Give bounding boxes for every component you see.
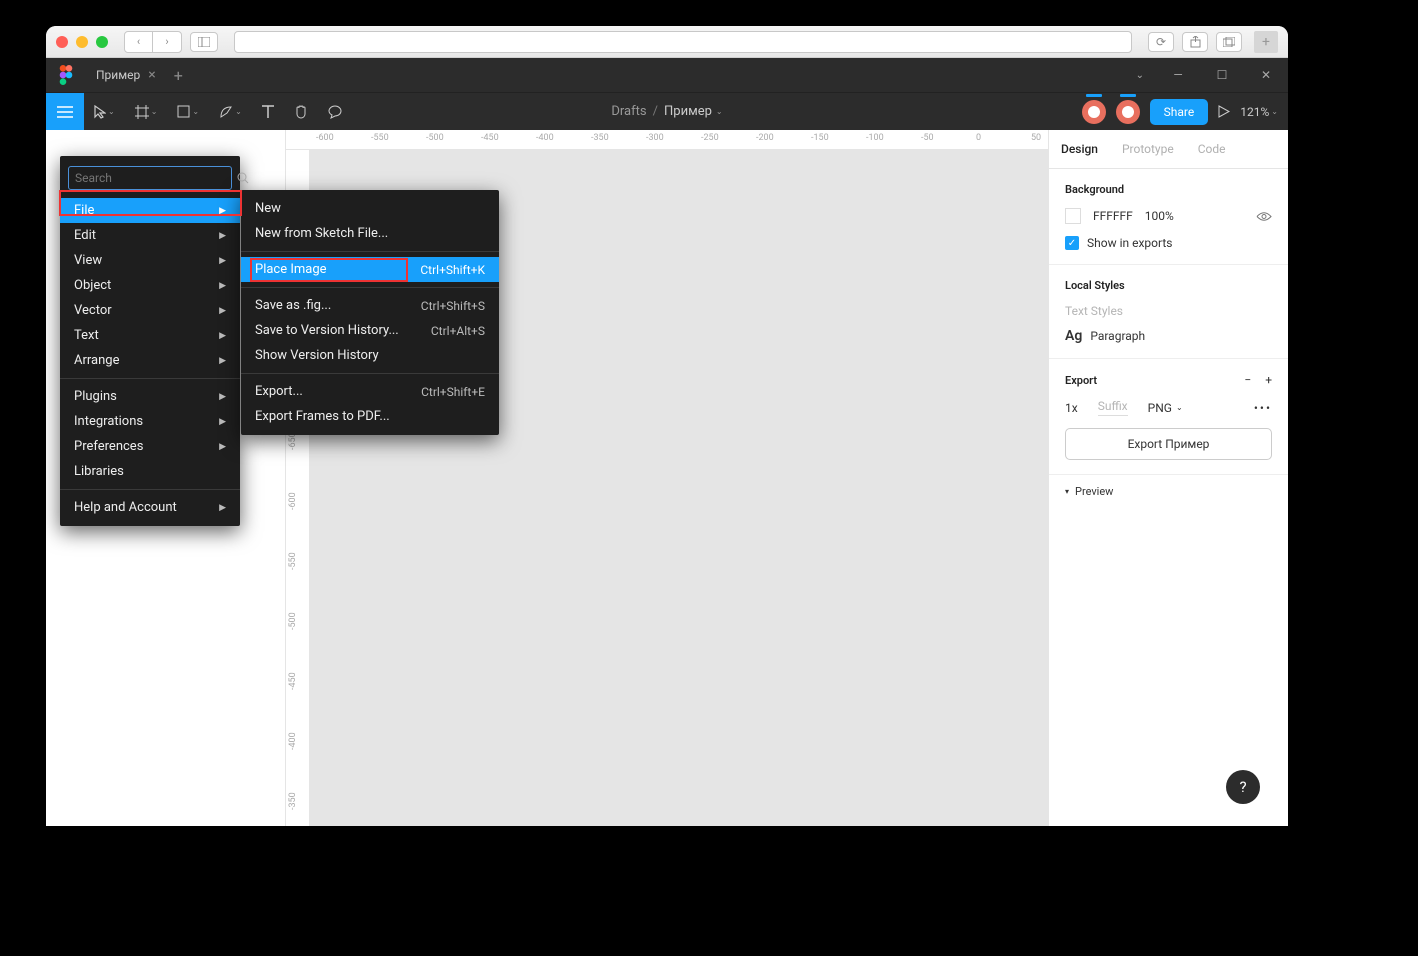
menu-item-libraries[interactable]: Libraries [60, 459, 240, 484]
search-icon [237, 172, 249, 184]
tab-code[interactable]: Code [1186, 130, 1238, 168]
menu-item-edit[interactable]: Edit▶ [60, 223, 240, 248]
menu-item-arrange[interactable]: Arrange▶ [60, 348, 240, 373]
breadcrumb-file: Пример [664, 104, 712, 119]
menu-item-vector[interactable]: Vector▶ [60, 298, 240, 323]
tab-design[interactable]: Design [1049, 130, 1110, 168]
zoom-value: 121% [1240, 105, 1269, 119]
file-submenu: New New from Sketch File... Place ImageC… [241, 190, 499, 435]
maximize-window[interactable]: ☐ [1200, 58, 1244, 92]
chevron-down-icon: ⌄ [235, 107, 242, 116]
menu-search-input[interactable] [68, 166, 232, 190]
background-heading: Background [1065, 183, 1272, 196]
window-menu-chevron[interactable]: ⌄ [1124, 70, 1156, 81]
menu-item-new[interactable]: New [241, 196, 499, 221]
horizontal-ruler: -600-550-500-450-400-350-300-250-200-150… [286, 130, 1048, 150]
menu-item-view[interactable]: View▶ [60, 248, 240, 273]
main-menu-button[interactable] [46, 93, 84, 131]
hand-tool[interactable] [284, 93, 318, 131]
export-more-icon[interactable]: ••• [1254, 401, 1272, 415]
traffic-minimize[interactable] [76, 36, 88, 48]
frame-tool[interactable]: ⌄ [125, 93, 168, 131]
menu-item-text[interactable]: Text▶ [60, 323, 240, 348]
minimize-window[interactable]: — [1156, 58, 1200, 92]
help-button[interactable]: ? [1226, 770, 1260, 804]
chevron-down-icon: ⌄ [192, 107, 199, 116]
local-styles-heading: Local Styles [1065, 279, 1272, 292]
show-in-exports-label: Show in exports [1087, 236, 1172, 250]
text-styles-label: Text Styles [1065, 304, 1272, 318]
traffic-close[interactable] [56, 36, 68, 48]
breadcrumb[interactable]: Drafts / Пример ⌄ [611, 104, 722, 119]
menu-item-place-image[interactable]: Place ImageCtrl+Shift+K [241, 257, 499, 282]
chevron-down-icon: ⌄ [151, 107, 158, 116]
avatar-user-1[interactable] [1082, 100, 1106, 124]
export-heading: Export [1065, 374, 1097, 387]
paragraph-style[interactable]: Paragraph [1090, 329, 1145, 343]
remove-export-icon[interactable]: − [1244, 373, 1251, 387]
add-export-icon[interactable]: + [1265, 373, 1272, 387]
tabs-button[interactable] [1216, 32, 1242, 52]
shape-tool[interactable]: ⌄ [167, 93, 209, 131]
export-button[interactable]: Export Пример [1065, 428, 1272, 460]
properties-panel: Design Prototype Code Background FFFFFF … [1048, 130, 1288, 826]
avatar-user-2[interactable] [1116, 100, 1140, 124]
menu-item-save-version[interactable]: Save to Version History...Ctrl+Alt+S [241, 318, 499, 343]
add-tab-button[interactable]: + [166, 66, 191, 85]
menu-item-plugins[interactable]: Plugins▶ [60, 384, 240, 409]
pen-tool[interactable]: ⌄ [209, 93, 252, 131]
move-tool[interactable]: ⌄ [84, 93, 125, 131]
visibility-toggle-icon[interactable] [1256, 211, 1272, 222]
export-format-select[interactable]: PNG ⌄ [1148, 401, 1183, 415]
sidebar-toggle[interactable] [190, 32, 218, 52]
url-bar[interactable] [234, 31, 1132, 53]
menu-item-export[interactable]: Export...Ctrl+Shift+E [241, 379, 499, 404]
menu-item-object[interactable]: Object▶ [60, 273, 240, 298]
menu-item-integrations[interactable]: Integrations▶ [60, 409, 240, 434]
export-suffix-input[interactable]: Suffix [1098, 399, 1128, 416]
share-button[interactable]: Share [1150, 99, 1209, 125]
figma-logo[interactable] [46, 58, 86, 92]
traffic-zoom[interactable] [96, 36, 108, 48]
preview-toggle[interactable]: ▾ Preview [1049, 475, 1288, 508]
present-button[interactable] [1218, 105, 1230, 118]
comment-tool[interactable] [318, 93, 353, 131]
share-browser-button[interactable] [1182, 32, 1208, 52]
main-menu-dropdown: File▶ Edit▶ View▶ Object▶ Vector▶ Text▶ … [60, 156, 240, 526]
menu-item-preferences[interactable]: Preferences▶ [60, 434, 240, 459]
browser-titlebar: ‹ › ⟳ + [46, 26, 1288, 58]
close-window[interactable]: ✕ [1244, 58, 1288, 92]
chevron-down-icon: ⌄ [716, 107, 723, 116]
background-hex[interactable]: FFFFFF [1093, 209, 1133, 223]
new-tab-button[interactable]: + [1254, 31, 1278, 53]
menu-item-file[interactable]: File▶ [60, 198, 240, 223]
document-tab[interactable]: Пример × [86, 58, 166, 92]
export-scale[interactable]: 1x [1065, 401, 1078, 415]
show-in-exports-checkbox[interactable]: ✓ [1065, 236, 1079, 250]
document-tab-title: Пример [96, 68, 140, 82]
menu-item-save-fig[interactable]: Save as .fig...Ctrl+Shift+S [241, 293, 499, 318]
chevron-down-icon: ⌄ [108, 107, 115, 116]
background-opacity[interactable]: 100% [1145, 209, 1174, 223]
zoom-control[interactable]: 121% ⌄ [1240, 105, 1278, 119]
menu-item-new-sketch[interactable]: New from Sketch File... [241, 221, 499, 246]
breadcrumb-folder: Drafts [611, 104, 646, 119]
menu-item-export-pdf[interactable]: Export Frames to PDF... [241, 404, 499, 429]
menu-item-show-version[interactable]: Show Version History [241, 343, 499, 368]
background-swatch[interactable] [1065, 208, 1081, 224]
forward-button[interactable]: › [153, 32, 181, 52]
chevron-down-icon: ⌄ [1271, 107, 1278, 116]
back-button[interactable]: ‹ [125, 32, 153, 52]
reload-button[interactable]: ⟳ [1148, 32, 1174, 52]
toolbar: ⌄ ⌄ ⌄ ⌄ Drafts / Пример ⌄ [46, 92, 1288, 130]
tab-prototype[interactable]: Prototype [1110, 130, 1186, 168]
close-tab-icon[interactable]: × [148, 67, 155, 83]
ag-icon: Ag [1065, 328, 1082, 344]
menu-item-help[interactable]: Help and Account▶ [60, 495, 240, 520]
text-tool[interactable] [252, 93, 284, 131]
